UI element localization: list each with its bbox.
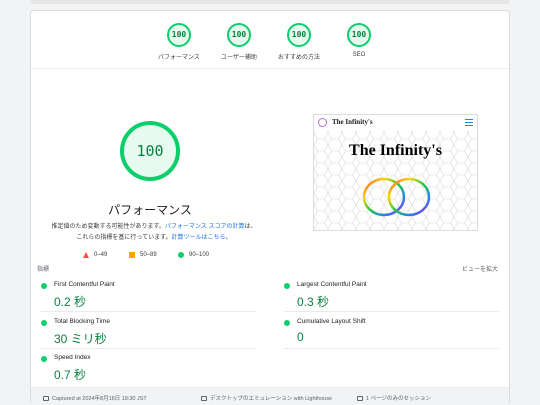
legend-pass-label: 90–100: [189, 252, 210, 258]
pass-circle-icon: [284, 320, 290, 326]
hexagon-pattern: [314, 131, 477, 230]
square-icon: [129, 252, 135, 258]
metric-value: 0.2 秒: [54, 295, 87, 309]
legend-fail-label: 0–49: [94, 252, 108, 258]
desc-text-1: 推定値のため変動する可能性があります。: [51, 224, 165, 230]
hamburger-menu-icon: [465, 119, 473, 128]
lighthouse-report-card: 100 パフォーマンス 100 ユーザー補助 100 おすすめの方法 100 S…: [30, 10, 510, 405]
divider: [41, 348, 256, 349]
gauge-performance[interactable]: 100 パフォーマンス: [149, 23, 209, 61]
pass-circle-icon: [41, 320, 47, 326]
site-logo-icon: [318, 118, 327, 127]
metric-name: First Contentful Paint: [54, 281, 115, 288]
label-seo: SEO: [352, 52, 366, 58]
desc-text-end: 。: [225, 235, 232, 241]
metric-name: Speed Index: [54, 354, 91, 361]
score-calculation-link[interactable]: パフォーマンス スコアの計算: [165, 224, 245, 230]
footer-session: 1 ページのみのセッション: [357, 394, 431, 402]
divider: [284, 311, 499, 312]
gauge-accessibility[interactable]: 100 ユーザー補助: [209, 23, 269, 61]
legend-fail: 0–49: [83, 252, 107, 258]
triangle-icon: [83, 252, 89, 258]
performance-gauge: 100: [120, 121, 180, 181]
report-footer: Captured at 2024年8月16日 18:30 JST デスクトップの…: [31, 387, 509, 405]
score-seo: 100: [347, 23, 371, 47]
final-screenshot[interactable]: The Infinity's The Infinity's: [313, 114, 478, 231]
circle-icon: [178, 252, 184, 258]
thumbnail-headline: The Infinity's: [349, 142, 442, 159]
performance-title: パフォーマンス: [108, 203, 192, 217]
thumbnail-site-title: The Infinity's: [332, 118, 373, 126]
metric-name: Largest Contentful Paint: [297, 281, 367, 288]
gauge-seo[interactable]: 100 SEO: [329, 23, 389, 58]
metrics-label: 指標: [37, 267, 50, 273]
footer-emulation: デスクトップのエミュレーション with Lighthouse: [201, 394, 332, 402]
session-text: 1 ページのみのセッション: [366, 396, 431, 402]
performance-description: 推定値のため変動する可能性があります。パフォーマンス スコアの計算は、これらの指…: [49, 222, 259, 244]
metric-value: 0: [297, 330, 304, 344]
pass-circle-icon: [284, 283, 290, 289]
metric-value: 0.7 秒: [54, 368, 87, 382]
divider: [41, 311, 256, 312]
metric-name: Total Blocking Time: [54, 318, 110, 325]
emulation-text: デスクトップのエミュレーション with Lighthouse: [210, 396, 333, 402]
label-best-practices: おすすめの方法: [277, 55, 320, 61]
footer-captured: Captured at 2024年8月16日 18:30 JST: [43, 394, 147, 402]
captured-text: Captured at 2024年8月16日 18:30 JST: [52, 396, 147, 402]
legend-average-label: 50–89: [140, 252, 157, 258]
legend-pass: 90–100: [178, 252, 209, 258]
metric-name: Cumulative Layout Shift: [297, 318, 366, 325]
expand-view-toggle[interactable]: ビューを拡大: [462, 264, 498, 273]
pass-circle-icon: [41, 283, 47, 289]
score-best-practices: 100: [287, 23, 311, 47]
label-accessibility: ユーザー補助: [221, 55, 257, 61]
metric-value: 0.3 秒: [297, 295, 330, 309]
session-icon: [357, 395, 363, 401]
previous-card-edge: [30, 0, 510, 4]
label-performance: パフォーマンス: [158, 55, 200, 61]
gauge-best-practices[interactable]: 100 おすすめの方法: [269, 23, 329, 61]
divider: [284, 348, 499, 349]
category-summary: 100 パフォーマンス 100 ユーザー補助 100 おすすめの方法 100 S…: [31, 11, 509, 69]
legend-average: 50–89: [129, 252, 157, 258]
desktop-icon: [201, 395, 207, 401]
calculator-link[interactable]: 計算ツールはこちら: [172, 235, 226, 241]
pass-circle-icon: [41, 356, 47, 362]
score-performance: 100: [167, 23, 191, 47]
metric-value: 30 ミリ秒: [54, 332, 107, 346]
score-accessibility: 100: [227, 23, 251, 47]
calendar-icon: [43, 395, 49, 401]
